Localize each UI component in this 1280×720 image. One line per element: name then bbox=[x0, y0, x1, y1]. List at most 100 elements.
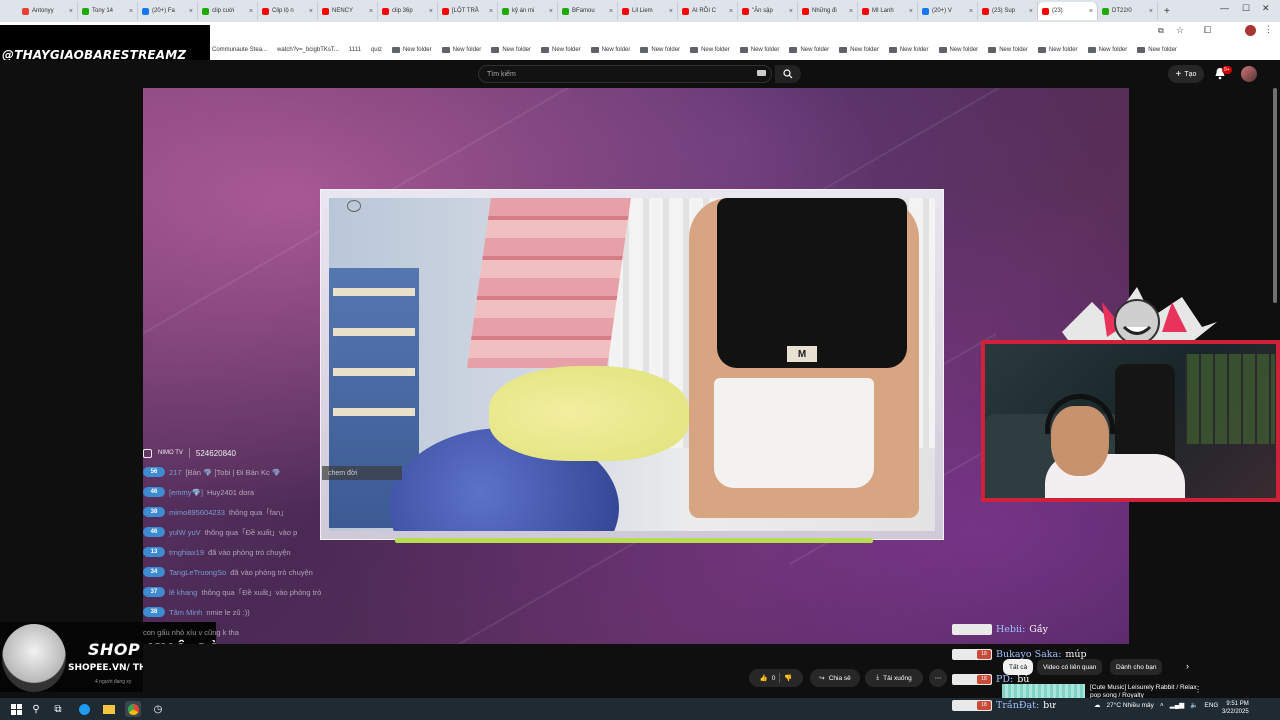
browser-tab[interactable]: AI RỒI C × bbox=[678, 2, 738, 20]
taskbar-clock[interactable]: 9:51 PM 3/22/2025 bbox=[1222, 700, 1249, 716]
maximize-icon[interactable]: ☐ bbox=[1242, 3, 1250, 14]
bookmark-item[interactable]: New folder bbox=[938, 47, 978, 53]
new-tab-icon[interactable]: + bbox=[1164, 6, 1170, 17]
browser-tab[interactable]: (20+) Fa × bbox=[138, 2, 198, 20]
bookmark-item[interactable]: New folder bbox=[789, 47, 829, 53]
browser-tab[interactable]: Lil Liem × bbox=[618, 2, 678, 20]
browser-tab[interactable]: clip 36p × bbox=[378, 2, 438, 20]
thumbs-down-icon[interactable]: 👎 bbox=[784, 674, 792, 682]
weather-text: 27°C Nhiều mây bbox=[1106, 701, 1154, 709]
bookmark-item[interactable]: New folder bbox=[441, 47, 481, 53]
tab-close-icon[interactable]: × bbox=[669, 8, 673, 15]
edge-icon[interactable] bbox=[76, 701, 92, 717]
browser-menu-icon[interactable]: ⋮ bbox=[1264, 24, 1273, 35]
chevron-right-icon[interactable]: › bbox=[1186, 661, 1189, 671]
browser-tab[interactable]: Clip lộ n × bbox=[258, 2, 318, 20]
bookmark-item[interactable]: New folder bbox=[690, 47, 730, 53]
browser-tab[interactable]: (23) Sup × bbox=[978, 2, 1038, 20]
chip-for-you[interactable]: Dành cho bạn bbox=[1110, 659, 1163, 675]
file-explorer-icon[interactable] bbox=[101, 701, 117, 717]
bookmark-item[interactable]: New folder bbox=[739, 47, 779, 53]
tab-close-icon[interactable]: × bbox=[189, 8, 193, 15]
tab-close-icon[interactable]: × bbox=[609, 8, 613, 15]
user-avatar[interactable] bbox=[1241, 66, 1257, 82]
volume-icon[interactable]: 🔈 bbox=[1190, 701, 1198, 709]
windows-start-icon[interactable] bbox=[8, 701, 24, 717]
profile-avatar[interactable] bbox=[1245, 25, 1256, 36]
language-indicator[interactable]: ENG bbox=[1204, 702, 1218, 709]
bookmark-item[interactable]: New folder bbox=[1037, 47, 1078, 53]
bookmark-item[interactable]: New folder bbox=[988, 47, 1028, 53]
browser-tab[interactable]: (23) × bbox=[1038, 2, 1098, 20]
folder-icon bbox=[1137, 47, 1146, 53]
tab-label: (20+) V bbox=[932, 8, 952, 14]
search-input[interactable]: Tìm kiếm bbox=[478, 65, 772, 83]
share-button[interactable]: ↪ Chia sẻ bbox=[810, 669, 860, 687]
network-icon[interactable]: ▂▄▆ bbox=[1170, 701, 1185, 709]
chip-for-you-label: Dành cho bạn bbox=[1116, 663, 1157, 671]
browser-tab[interactable]: MI Lanh × bbox=[858, 2, 918, 20]
tray-chevron-icon[interactable]: ˄ bbox=[1160, 702, 1164, 709]
page-scrollbar[interactable] bbox=[1273, 88, 1277, 303]
star-icon[interactable]: ☆ bbox=[1176, 25, 1184, 36]
bookmark-item[interactable]: New folder bbox=[839, 47, 879, 53]
tab-close-icon[interactable]: × bbox=[69, 8, 73, 15]
chip-related[interactable]: Video có liên quan bbox=[1037, 659, 1103, 675]
bookmark-item[interactable]: Communaute Stea... bbox=[212, 47, 267, 53]
browser-tab[interactable]: Tony 14 × bbox=[78, 2, 138, 20]
browser-tab[interactable]: (20+) V × bbox=[918, 2, 978, 20]
bookmark-item[interactable]: New folder bbox=[590, 47, 630, 53]
extensions-icon[interactable]: ⧠ bbox=[1204, 25, 1211, 36]
more-actions-button[interactable]: ⋯ bbox=[929, 669, 947, 687]
bookmark-item[interactable]: quiz bbox=[371, 47, 382, 53]
tab-close-icon[interactable]: × bbox=[1149, 8, 1153, 15]
download-button[interactable]: ⤓ Tải xuống bbox=[865, 669, 923, 687]
bookmark-item[interactable]: 1111 bbox=[349, 47, 361, 53]
thumbs-up-icon[interactable]: 👍 bbox=[760, 674, 768, 682]
recommended-menu-icon[interactable]: ⋮ bbox=[1194, 685, 1202, 694]
bookmark-label: New folder bbox=[800, 47, 830, 53]
browser-tab[interactable]: Antonyy × bbox=[18, 2, 78, 20]
search-button[interactable] bbox=[775, 65, 801, 83]
tab-close-icon[interactable]: × bbox=[1029, 8, 1033, 15]
taskbar-search-icon[interactable]: ⚲ bbox=[28, 701, 44, 717]
close-window-icon[interactable]: ✕ bbox=[1262, 3, 1270, 14]
browser-tab[interactable]: BFamou × bbox=[558, 2, 618, 20]
browser-tab[interactable]: NENCY × bbox=[318, 2, 378, 20]
tab-close-icon[interactable]: × bbox=[309, 8, 313, 15]
browser-tab[interactable]: Những đi × bbox=[798, 2, 858, 20]
clock-app-icon[interactable]: ◷ bbox=[150, 701, 166, 717]
tab-close-icon[interactable]: × bbox=[489, 8, 493, 15]
tab-close-icon[interactable]: × bbox=[789, 8, 793, 15]
bookmark-item[interactable]: watch?v=_bcigbTKsT... bbox=[277, 47, 339, 53]
tab-close-icon[interactable]: × bbox=[729, 8, 733, 15]
browser-tab[interactable]: clip cuời × bbox=[198, 2, 258, 20]
bookmark-item[interactable]: New folder bbox=[640, 47, 680, 53]
cast-icon[interactable]: ⧉ bbox=[1158, 26, 1164, 36]
tab-close-icon[interactable]: × bbox=[249, 8, 253, 15]
tab-close-icon[interactable]: × bbox=[849, 8, 853, 15]
task-view-icon[interactable]: ⧉ bbox=[50, 701, 66, 717]
browser-tab[interactable]: kỷ án mi × bbox=[498, 2, 558, 20]
bookmark-item[interactable]: New folder bbox=[888, 47, 929, 53]
tab-close-icon[interactable]: × bbox=[129, 8, 133, 15]
browser-tab[interactable]: [LỘT TRẦ × bbox=[438, 2, 498, 20]
bookmark-item[interactable]: New folder bbox=[1137, 47, 1177, 53]
chrome-icon[interactable] bbox=[125, 701, 141, 717]
tab-close-icon[interactable]: × bbox=[549, 8, 553, 15]
tab-close-icon[interactable]: × bbox=[909, 8, 913, 15]
create-button[interactable]: + Tạo bbox=[1168, 65, 1204, 83]
bookmark-item[interactable]: New folder bbox=[491, 47, 531, 53]
tab-label: DT22/0 bbox=[1112, 8, 1132, 14]
tab-close-icon[interactable]: × bbox=[969, 8, 973, 15]
tab-close-icon[interactable]: × bbox=[369, 8, 373, 15]
tab-close-icon[interactable]: × bbox=[429, 8, 433, 15]
keyboard-icon[interactable] bbox=[757, 70, 766, 76]
tab-close-icon[interactable]: × bbox=[1089, 8, 1093, 15]
bookmark-item[interactable]: New folder bbox=[391, 47, 432, 53]
browser-tab[interactable]: DT22/0 × bbox=[1098, 2, 1158, 20]
browser-tab[interactable]: "Ăn sập × bbox=[738, 2, 798, 20]
bookmark-item[interactable]: New folder bbox=[541, 47, 581, 53]
bookmark-item[interactable]: New folder bbox=[1087, 47, 1127, 53]
minimize-icon[interactable]: — bbox=[1220, 3, 1229, 13]
